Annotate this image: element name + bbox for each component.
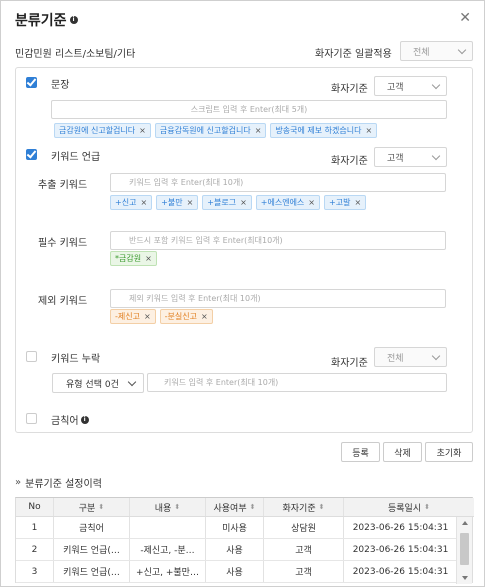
tag: 방송국에 제보 하겠습니다 ×: [270, 123, 378, 138]
tag: -제신고 ×: [110, 309, 156, 324]
tag: +불만 ×: [156, 195, 199, 210]
remove-tag-icon[interactable]: ×: [140, 198, 147, 207]
keyword-mention-speaker-select[interactable]: 고객: [374, 147, 447, 167]
sort-icon: ⬍: [98, 503, 105, 511]
chevron-down-icon: [431, 351, 441, 360]
category-path: 민감민원 리스트/소보팀/기타: [15, 49, 136, 60]
table-row[interactable]: 3 키워드 언급(… +신고, +불만… 사용 고객 2023-06-26 15…: [16, 561, 458, 583]
keyword-mention-checkbox[interactable]: [26, 149, 37, 160]
sort-icon: ⬍: [318, 503, 325, 511]
keyword-omission-speaker-select[interactable]: 전체: [374, 347, 447, 367]
sentence-tags: 금감원에 신고할겁니다 × 금융감독원에 신고할겁니다 × 방송국에 제보 하겠습니…: [54, 123, 378, 138]
keyword-omission-label: 키워드 누락: [51, 354, 101, 365]
tag: +고발 ×: [324, 195, 367, 210]
chevron-down-icon: [431, 151, 441, 160]
sort-icon: ⬍: [249, 503, 256, 511]
tag: +에스엔에스 ×: [255, 195, 320, 210]
sentence-speaker-label: 화자기준: [331, 84, 368, 95]
info-icon[interactable]: i: [69, 16, 78, 24]
chevron-down-icon: [431, 80, 441, 89]
table-scrollbar[interactable]: [456, 517, 472, 584]
col-use[interactable]: 사용여부 ⬍: [206, 498, 264, 516]
omission-keyword-input[interactable]: 키워드 입력 후 Enter(최대 10개): [147, 373, 447, 392]
table-row[interactable]: 1 금칙어 미사용 상담원 2023-06-26 15:04:31: [16, 517, 458, 539]
sort-icon: ⬍: [174, 503, 181, 511]
history-heading: » 분류기준 설정이력: [15, 477, 102, 490]
register-button[interactable]: 등록: [341, 442, 380, 462]
remove-tag-icon[interactable]: ×: [308, 198, 315, 207]
extract-keyword-tags: +신고 × +불만 × +블로그 × +에스엔에스 × +고발 ×: [110, 195, 367, 210]
tag: 금융감독원에 신고할겁니다 ×: [154, 123, 267, 138]
history-table: No 구분 ⬍ 내용 ⬍ 사용여부 ⬍ 화자기준 ⬍ 등록일시 ⬍ 1 금칙어 미사용 상…: [15, 497, 474, 584]
sentence-checkbox[interactable]: [26, 77, 37, 88]
dialog-title: 분류기준 i: [15, 10, 78, 30]
double-chevron-right-icon: »: [15, 477, 22, 488]
required-keyword-tags: *금감원 ×: [110, 251, 157, 266]
tag: 금감원에 신고할겁니다 ×: [54, 123, 151, 138]
global-speaker-select[interactable]: 전체: [400, 41, 473, 61]
remove-tag-icon[interactable]: ×: [201, 312, 208, 321]
remove-tag-icon[interactable]: ×: [365, 126, 372, 135]
banned-words-label: 금칙어 i: [51, 412, 89, 427]
banned-words-checkbox[interactable]: [26, 413, 37, 424]
keyword-mention-speaker-label: 화자기준: [331, 156, 368, 167]
table-header: No 구분 ⬍ 내용 ⬍ 사용여부 ⬍ 화자기준 ⬍ 등록일시 ⬍: [16, 498, 474, 517]
tag: +신고 ×: [110, 195, 153, 210]
sort-icon: ⬍: [424, 503, 430, 511]
sentence-label: 문장: [51, 80, 70, 91]
sentence-speaker-select[interactable]: 고객: [374, 76, 447, 96]
tag: *금감원 ×: [110, 251, 157, 266]
remove-tag-icon[interactable]: ×: [240, 198, 247, 207]
delete-button[interactable]: 삭제: [383, 442, 422, 462]
scroll-thumb[interactable]: [460, 533, 469, 565]
omission-type-select[interactable]: 유형 선택 0건: [52, 373, 144, 393]
extract-keyword-label: 추출 키워드: [38, 180, 88, 191]
remove-tag-icon[interactable]: ×: [145, 254, 152, 263]
exclude-keyword-input[interactable]: 제외 키워드 입력 후 Enter(최대 10개): [110, 289, 446, 308]
remove-tag-icon[interactable]: ×: [139, 126, 146, 135]
col-content[interactable]: 내용 ⬍: [130, 498, 206, 516]
col-type[interactable]: 구분 ⬍: [54, 498, 130, 516]
extract-keyword-input[interactable]: 키워드 입력 후 Enter(최대 10개): [110, 173, 446, 192]
keyword-omission-checkbox[interactable]: [26, 351, 37, 362]
scroll-up-icon[interactable]: [462, 521, 468, 525]
criteria-panel: 문장 화자기준 고객 스크립트 입력 후 Enter(최대 5개) 금감원에 신…: [15, 67, 473, 433]
keyword-omission-speaker-label: 화자기준: [331, 358, 368, 369]
exclude-keyword-tags: -제신고 × -분실신고 ×: [110, 309, 213, 324]
required-keyword-label: 필수 키워드: [38, 238, 88, 249]
sentence-input[interactable]: 스크립트 입력 후 Enter(최대 5개): [51, 100, 447, 119]
close-icon[interactable]: ✕: [459, 10, 471, 26]
keyword-mention-label: 키워드 언급: [51, 152, 101, 163]
reset-button[interactable]: 초기화: [425, 442, 473, 462]
col-date[interactable]: 등록일시 ⬍: [344, 498, 474, 516]
col-no: No: [16, 498, 54, 516]
chevron-down-icon: [127, 377, 137, 386]
table-row[interactable]: 2 키워드 언급(… -제신고, -분… 사용 고객 2023-06-26 15…: [16, 539, 458, 561]
remove-tag-icon[interactable]: ×: [187, 198, 194, 207]
info-icon[interactable]: i: [80, 415, 89, 424]
col-speaker[interactable]: 화자기준 ⬍: [264, 498, 344, 516]
classification-dialog: 분류기준 i ✕ 민감민원 리스트/소보팀/기타 화자기준 일괄적용 전체 문장…: [0, 0, 485, 587]
global-speaker-label: 화자기준 일괄적용: [315, 49, 392, 60]
scroll-down-icon[interactable]: [462, 576, 468, 580]
exclude-keyword-label: 제외 키워드: [38, 296, 88, 307]
required-keyword-input[interactable]: 반드시 포함 키워드 입력 후 Enter(최대10개): [110, 231, 446, 250]
chevron-down-icon: [457, 45, 467, 54]
remove-tag-icon[interactable]: ×: [144, 312, 151, 321]
remove-tag-icon[interactable]: ×: [255, 126, 262, 135]
remove-tag-icon[interactable]: ×: [354, 198, 361, 207]
tag: -분실신고 ×: [159, 309, 213, 324]
tag: +블로그 ×: [202, 195, 252, 210]
